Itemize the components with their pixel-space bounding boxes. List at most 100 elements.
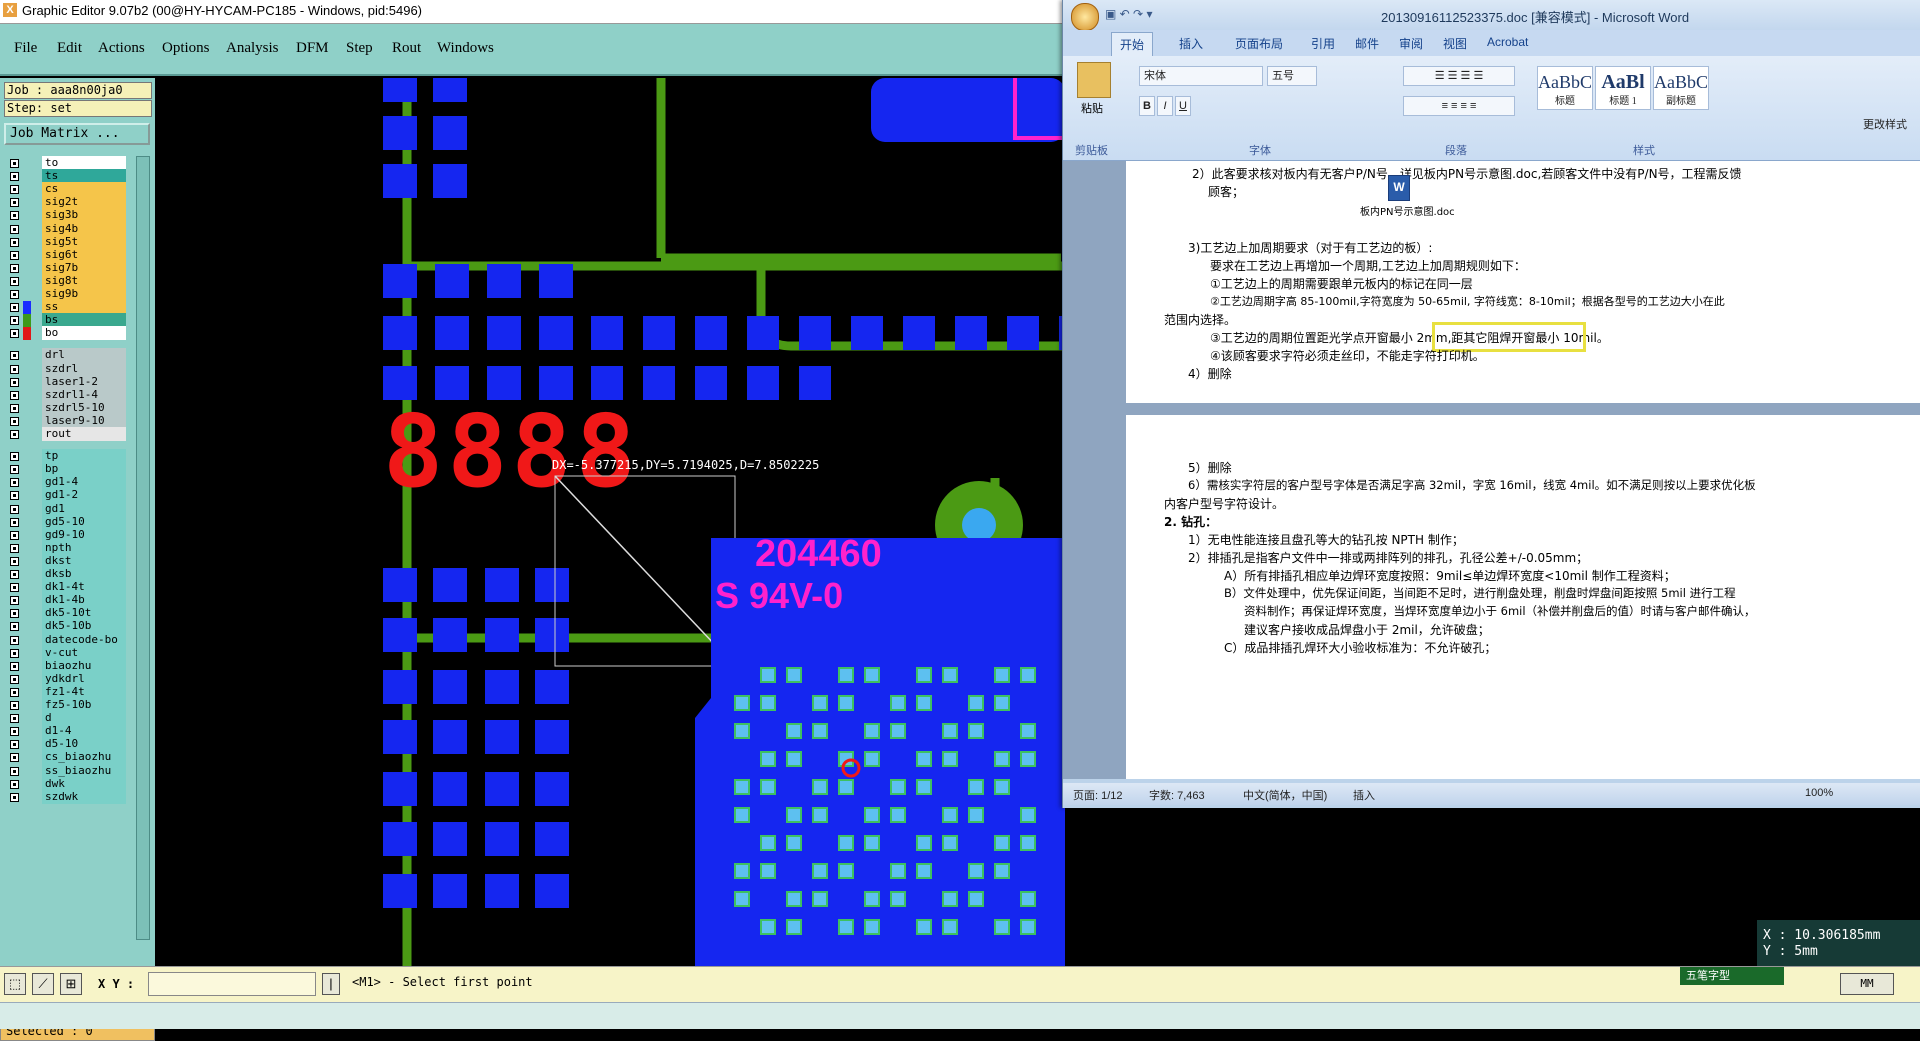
layer-checkbox[interactable] [10, 596, 19, 606]
tab-review[interactable]: 审阅 [1399, 35, 1423, 52]
layer-checkbox[interactable] [10, 622, 19, 632]
status-page[interactable]: 页面: 1/12 [1073, 787, 1123, 803]
layer-checkbox[interactable] [10, 478, 19, 488]
layer-checkbox[interactable] [10, 263, 19, 273]
layer-checkbox[interactable] [10, 727, 19, 737]
xy-input[interactable] [148, 972, 316, 996]
layer-checkbox[interactable] [10, 351, 19, 361]
layer-checkbox[interactable] [10, 390, 19, 400]
layer-checkbox[interactable] [10, 504, 19, 514]
paste-icon[interactable] [1077, 62, 1111, 98]
layer-checkbox[interactable] [10, 172, 19, 182]
layer-checkbox[interactable] [10, 329, 19, 339]
menu-edit[interactable]: Edit [57, 40, 82, 57]
menu-options[interactable]: Options [162, 40, 210, 57]
status-zoom[interactable]: 100% [1805, 787, 1833, 799]
tab-acrobat[interactable]: Acrobat [1487, 35, 1528, 49]
style-normal[interactable]: AaBbC 标题 [1537, 66, 1593, 110]
font-name-select[interactable]: 宋体 [1139, 66, 1263, 86]
layer-row-rout[interactable]: rout [4, 427, 126, 442]
style-subtitle[interactable]: AaBbC 副标题 [1653, 66, 1709, 110]
layer-checkbox[interactable] [10, 530, 19, 540]
smd-pad [1020, 667, 1036, 683]
layer-checkbox[interactable] [10, 416, 19, 426]
layer-checkbox[interactable] [10, 491, 19, 501]
align-buttons[interactable]: ≡ ≡ ≡ ≡ [1403, 96, 1515, 116]
menu-dfm[interactable]: DFM [296, 40, 329, 57]
layer-checkbox[interactable] [10, 185, 19, 195]
zoom-box-icon[interactable]: ⬚ [4, 973, 26, 995]
layer-checkbox[interactable] [10, 714, 19, 724]
layer-checkbox[interactable] [10, 250, 19, 260]
measure-icon[interactable]: ⟋ [32, 973, 54, 995]
change-styles-label[interactable]: 更改样式 [1863, 116, 1907, 132]
layer-checkbox[interactable] [10, 648, 19, 658]
layer-checkbox[interactable] [10, 430, 19, 439]
office-button-icon[interactable] [1071, 3, 1099, 31]
layer-checkbox[interactable] [10, 556, 19, 566]
style-heading1[interactable]: AaBl 标题 1 [1595, 66, 1651, 110]
layer-checkbox[interactable] [10, 316, 19, 326]
layer-checkbox[interactable] [10, 687, 19, 697]
menu-windows[interactable]: Windows [437, 40, 494, 57]
pcb-canvas[interactable]: 8888 DX=-5.377215,DY=5.7194025,D=7.85022… [155, 78, 1065, 968]
layer-checkbox[interactable] [10, 159, 19, 168]
font-size-select[interactable]: 五号 [1267, 66, 1317, 86]
layer-checkbox[interactable] [10, 543, 19, 553]
layer-checkbox[interactable] [10, 198, 19, 208]
layer-checkbox[interactable] [10, 224, 19, 234]
ime-indicator[interactable]: 五笔字型 [1680, 967, 1784, 985]
layer-row-bo[interactable]: bo [4, 326, 126, 341]
layer-checkbox[interactable] [10, 364, 19, 374]
status-words[interactable]: 字数: 7,463 [1149, 787, 1205, 803]
tab-page-layout[interactable]: 页面布局 [1235, 35, 1283, 52]
layer-checkbox[interactable] [10, 303, 19, 313]
layer-checkbox[interactable] [10, 792, 19, 802]
tab-references[interactable]: 引用 [1311, 35, 1335, 52]
menu-file[interactable]: File [14, 40, 37, 57]
layer-checkbox[interactable] [10, 753, 19, 763]
layer-checkbox[interactable] [10, 661, 19, 671]
layer-checkbox[interactable] [10, 237, 19, 247]
underline-button[interactable]: U [1175, 96, 1191, 116]
tab-insert[interactable]: 插入 [1179, 35, 1203, 52]
cursor-mode-icon[interactable]: | [322, 973, 340, 995]
menu-actions[interactable]: Actions [98, 40, 145, 57]
layer-scrollbar[interactable] [136, 156, 150, 940]
layer-checkbox[interactable] [10, 276, 19, 286]
menu-rout[interactable]: Rout [392, 40, 421, 57]
layer-checkbox[interactable] [10, 583, 19, 593]
tab-home[interactable]: 开始 [1111, 32, 1154, 56]
layer-checkbox[interactable] [10, 609, 19, 619]
tab-view[interactable]: 视图 [1443, 35, 1467, 52]
layer-checkbox[interactable] [10, 779, 19, 789]
layer-checkbox[interactable] [10, 740, 19, 750]
layer-checkbox[interactable] [10, 377, 19, 387]
layer-checkbox[interactable] [10, 635, 19, 645]
list-buttons[interactable]: ☰ ☰ ☰ ☰ [1403, 66, 1515, 86]
tab-mailings[interactable]: 邮件 [1355, 35, 1379, 52]
status-language[interactable]: 中文(简体，中国) [1243, 787, 1327, 803]
bold-button[interactable]: B [1139, 96, 1155, 116]
italic-button[interactable]: I [1157, 96, 1173, 116]
layer-checkbox[interactable] [10, 570, 19, 579]
word-doc-icon[interactable]: W [1388, 175, 1410, 201]
status-insert-mode[interactable]: 插入 [1353, 787, 1375, 803]
layer-checkbox[interactable] [10, 465, 19, 475]
layer-checkbox[interactable] [10, 452, 19, 462]
layer-checkbox[interactable] [10, 403, 19, 413]
layer-checkbox[interactable] [10, 517, 19, 527]
units-button[interactable]: MM [1840, 973, 1894, 995]
menu-analysis[interactable]: Analysis [226, 40, 279, 57]
layer-row-szdwk[interactable]: szdwk [4, 789, 126, 805]
job-matrix-button[interactable]: Job Matrix ... [4, 123, 150, 145]
layer-checkbox[interactable] [10, 290, 19, 299]
layer-checkbox[interactable] [10, 211, 19, 221]
layer-checkbox[interactable] [10, 766, 19, 776]
grid-icon[interactable]: ⊞ [60, 973, 82, 995]
layer-checkbox[interactable] [10, 674, 19, 684]
document-area[interactable]: 2）此客要求核对板内有无客户P/N号，详见板内PN号示意图.doc,若顾客文件中… [1063, 161, 1920, 779]
quick-access-toolbar[interactable]: ▣ ↶ ↷ ▾ [1105, 7, 1152, 21]
layer-checkbox[interactable] [10, 701, 19, 710]
menu-step[interactable]: Step [346, 40, 373, 57]
